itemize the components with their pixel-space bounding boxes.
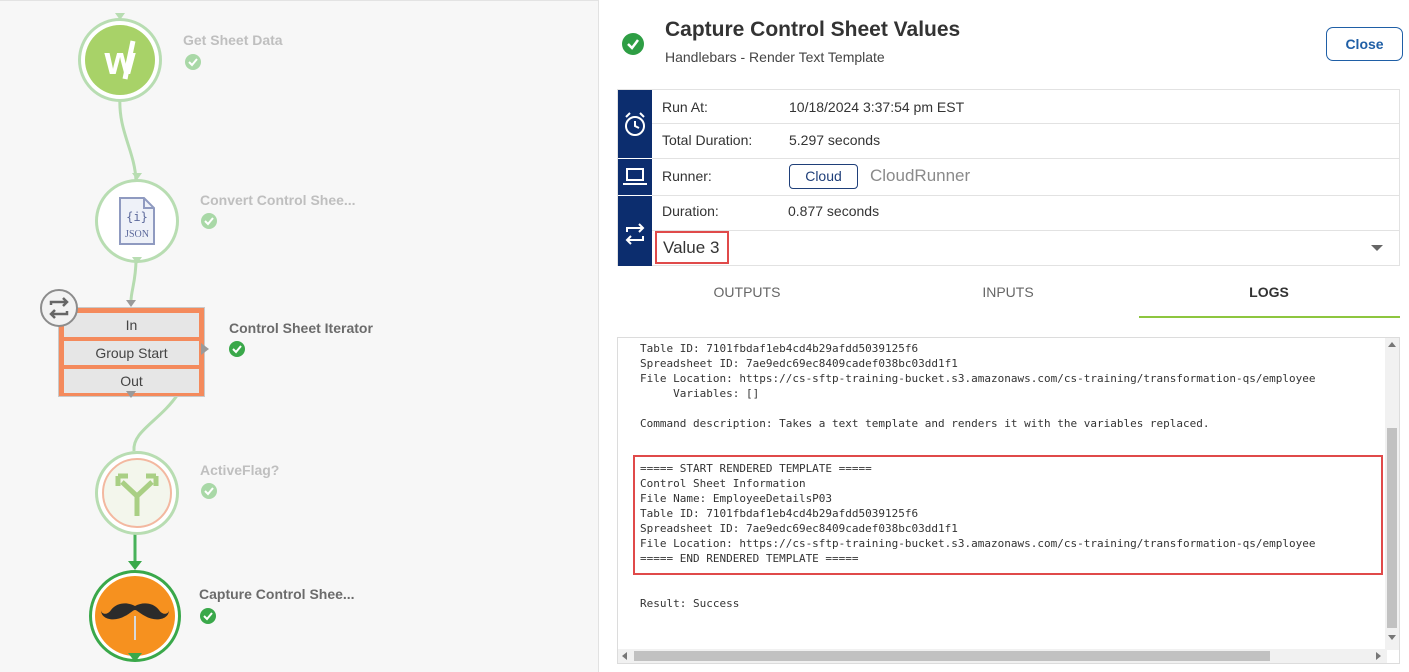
repeat-icon [625, 223, 645, 245]
workflow-canvas[interactable]: w Get Sheet Data {i} JSON Convert Contro… [0, 0, 598, 672]
chevron-down-icon[interactable] [1371, 245, 1383, 251]
svg-text:{i}: {i} [126, 210, 148, 224]
node-label-convert-control-sheet: Convert Control Shee... [200, 192, 356, 208]
input-port-arrow [126, 300, 136, 307]
success-check-icon [229, 341, 245, 357]
success-check-icon [201, 483, 217, 499]
input-port-arrow [128, 561, 142, 570]
row-divider [652, 195, 1399, 196]
vertical-scrollbar[interactable] [1385, 338, 1399, 650]
input-port-arrow [132, 173, 142, 180]
log-line: Spreadsheet ID: 7ae9edc69ec8409cadef038b… [640, 357, 958, 370]
success-check-icon [622, 33, 644, 55]
close-button[interactable]: Close [1326, 27, 1403, 61]
total-duration-value: 5.297 seconds [789, 132, 881, 148]
row-divider [652, 123, 1399, 124]
mustache-icon [95, 576, 175, 656]
total-duration-label: Total Duration: [662, 132, 753, 148]
loop-icon [40, 289, 78, 327]
row-divider [652, 158, 1399, 159]
tab-inputs[interactable]: INPUTS [908, 284, 1108, 300]
output-port-arrow [128, 653, 142, 662]
rendered-template-highlight [633, 455, 1383, 575]
step-title: Capture Control Sheet Values [665, 18, 961, 41]
duration-label: Duration: [662, 203, 719, 219]
success-check-icon [185, 54, 201, 70]
log-line: Variables: [] [640, 387, 760, 400]
run-info-table: Run At: 10/18/2024 3:37:54 pm EST Total … [617, 89, 1400, 266]
iteration-select[interactable]: Value 3 [655, 231, 729, 264]
active-flag-node[interactable] [95, 451, 179, 535]
step-subtitle: Handlebars - Render Text Template [665, 49, 885, 65]
scroll-down-arrow[interactable] [1388, 635, 1396, 640]
json-file-icon: {i} JSON [118, 196, 156, 246]
iterator-out-row[interactable]: Out [64, 369, 199, 393]
tab-logs[interactable]: LOGS [1169, 284, 1369, 300]
output-port-arrow [126, 391, 136, 398]
run-at-label: Run At: [662, 99, 708, 115]
runner-name: CloudRunner [870, 166, 971, 185]
horizontal-scrollbar[interactable] [618, 649, 1387, 663]
runner-label: Runner: [662, 168, 712, 184]
laptop-icon [623, 168, 647, 185]
node-label-control-sheet-iterator: Control Sheet Iterator [229, 320, 373, 336]
success-check-icon [201, 213, 217, 229]
step-detail-panel: Capture Control Sheet Values Handlebars … [599, 0, 1409, 672]
get-sheet-data-node[interactable]: w [78, 18, 162, 102]
cloud-runner-badge[interactable]: Cloud [789, 164, 858, 189]
node-label-active-flag: ActiveFlag? [200, 462, 280, 478]
group-start-port-arrow [201, 343, 209, 355]
iterator-group-start-row[interactable]: Group Start [64, 341, 199, 365]
runner-bar [618, 159, 652, 195]
log-line: Table ID: 7101fbdaf1eb4cd4b29afdd5039125… [640, 342, 919, 355]
success-check-icon [200, 608, 216, 624]
convert-control-sheet-node[interactable]: {i} JSON [95, 179, 179, 263]
row-divider [652, 230, 1399, 231]
duration-value: 0.877 seconds [788, 203, 880, 219]
tab-outputs[interactable]: OUTPUTS [647, 284, 847, 300]
scroll-up-arrow[interactable] [1388, 342, 1396, 347]
log-line: File Location: https://cs-sftp-training-… [640, 372, 1316, 385]
input-port-arrow [115, 13, 125, 20]
branch-icon [102, 458, 172, 528]
vertical-scroll-thumb[interactable] [1387, 428, 1397, 628]
run-time-bar [618, 90, 652, 158]
log-line: Command description: Takes a text templa… [640, 417, 1210, 430]
run-at-value: 10/18/2024 3:37:54 pm EST [789, 99, 965, 115]
output-port-arrow [132, 257, 142, 264]
node-label-capture-control-sheet: Capture Control Shee... [199, 586, 355, 602]
log-line: Result: Success [640, 597, 740, 610]
iterator-in-row[interactable]: In [64, 313, 199, 337]
log-output[interactable]: Table ID: 7101fbdaf1eb4cd4b29afdd5039125… [617, 337, 1400, 664]
node-label-get-sheet-data: Get Sheet Data [183, 32, 283, 48]
horizontal-scroll-thumb[interactable] [634, 651, 1270, 661]
json-icon-text: JSON [125, 229, 149, 240]
control-sheet-iterator-node[interactable]: In Group Start Out [58, 307, 205, 397]
capture-control-sheet-node[interactable] [89, 570, 181, 662]
alarm-clock-icon [625, 112, 645, 136]
scroll-right-arrow[interactable] [1376, 652, 1381, 660]
w-logo-icon: w [85, 25, 155, 95]
scroll-left-arrow[interactable] [622, 652, 627, 660]
active-tab-indicator [1139, 316, 1400, 318]
iteration-bar [618, 196, 652, 266]
